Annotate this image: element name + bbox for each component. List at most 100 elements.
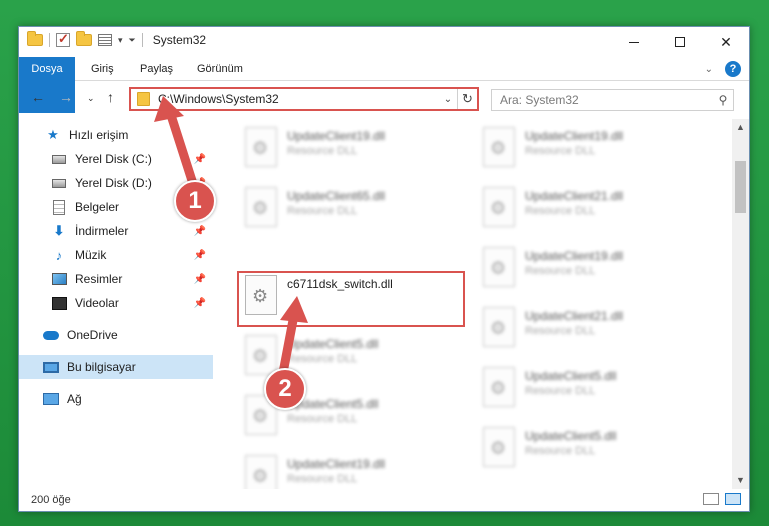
scroll-up-icon[interactable]: ▲ — [732, 119, 749, 136]
expand-ribbon-chevron-icon[interactable]: ⌄ — [705, 64, 713, 75]
sidebar-item-label: İndirmeler — [75, 224, 129, 238]
minimize-button[interactable] — [611, 27, 657, 57]
dll-file-icon — [245, 187, 277, 227]
recent-locations-chevron-icon[interactable]: ⌄ — [87, 93, 95, 104]
tab-home[interactable]: Giriş — [91, 57, 114, 81]
dll-file-icon — [483, 127, 515, 167]
videos-icon — [51, 295, 67, 311]
file-type: Resource DLL — [287, 413, 358, 425]
sidebar-item-local-disk-c[interactable]: Yerel Disk (C:) 📌 — [19, 147, 213, 171]
customize-toolbar-chevron-icon[interactable]: ▾ — [118, 35, 123, 46]
file-item[interactable]: UpdateClient21.dll Resource DLL — [477, 183, 707, 239]
sidebar-item-label: Bu bilgisayar — [67, 360, 136, 374]
star-icon: ★ — [47, 127, 59, 142]
dll-file-icon — [483, 367, 515, 407]
maximize-button[interactable] — [657, 27, 703, 57]
file-name: UpdateClient19.dll — [287, 129, 386, 143]
title-bar: ▾ ⏷ System32 ✕ — [19, 27, 749, 57]
file-item[interactable]: UpdateClient65.dll Resource DLL — [239, 183, 469, 239]
large-icons-view-icon[interactable] — [725, 493, 741, 505]
file-name: UpdateClient19.dll — [525, 129, 624, 143]
details-view-icon[interactable] — [703, 493, 719, 505]
address-path[interactable]: C:\Windows\System32 — [158, 92, 439, 106]
back-arrow-icon[interactable]: ← — [31, 89, 45, 105]
dll-file-icon — [245, 335, 277, 375]
ribbon-right-controls: ⌄ ? — [705, 61, 741, 77]
address-bar[interactable]: C:\Windows\System32 ⌄ ↻ — [129, 87, 479, 111]
quick-access-toolbar: ▾ ⏷ System32 — [27, 31, 207, 47]
pin-icon[interactable]: 📌 — [191, 226, 209, 237]
sidebar-item-onedrive[interactable]: OneDrive — [19, 323, 213, 347]
file-name: UpdateClient5.dll — [287, 337, 379, 351]
pictures-icon — [51, 271, 67, 287]
pin-icon[interactable]: 📌 — [191, 274, 209, 285]
file-highlight-box — [237, 271, 465, 327]
pin-icon[interactable]: 📌 — [191, 250, 209, 261]
dll-file-icon — [483, 427, 515, 467]
file-item[interactable]: UpdateClient19.dll Resource DLL — [239, 123, 469, 179]
window-title: System32 — [152, 33, 207, 47]
scroll-thumb[interactable] — [735, 161, 746, 213]
sidebar-item-pictures[interactable]: Resimler 📌 — [19, 267, 213, 291]
file-type: Resource DLL — [525, 445, 596, 457]
downloads-icon: ⬇ — [53, 223, 65, 238]
properties-icon[interactable] — [98, 34, 112, 46]
file-item[interactable]: UpdateClient21.dll Resource DLL — [477, 303, 707, 359]
sidebar-item-this-pc[interactable]: Bu bilgisayar — [19, 355, 213, 379]
address-dropdown-icon[interactable]: ⌄ — [439, 94, 457, 105]
item-count: 200 öğe — [31, 494, 71, 506]
file-item[interactable]: UpdateClient5.dll Resource DLL — [477, 423, 707, 479]
view-toggle — [703, 493, 741, 505]
sidebar-item-quick-access[interactable]: ★ Hızlı erişim — [19, 123, 213, 147]
folder-icon — [27, 31, 43, 46]
status-bar: 200 öğe — [19, 489, 749, 511]
sidebar-item-label: Ağ — [67, 392, 82, 406]
address-folder-icon — [137, 92, 150, 106]
tab-view[interactable]: Görünüm — [197, 57, 243, 81]
sidebar-item-downloads[interactable]: ⬇ İndirmeler 📌 — [19, 219, 213, 243]
window-controls: ✕ — [611, 27, 749, 57]
navigation-bar: ← → ⌄ ↑ C:\Windows\System32 ⌄ ↻ Ara: Sys… — [19, 81, 749, 117]
search-box[interactable]: Ara: System32 ⚲ — [491, 89, 734, 111]
up-arrow-icon[interactable]: ↑ — [107, 89, 114, 105]
step-badge-2: 2 — [264, 368, 306, 410]
file-list: UpdateClient19.dll Resource DLL UpdateCl… — [227, 119, 731, 489]
file-type: Resource DLL — [525, 145, 596, 157]
pin-icon[interactable]: 📌 — [191, 298, 209, 309]
pin-icon[interactable]: 📌 — [191, 154, 209, 165]
properties-check-icon[interactable] — [56, 31, 70, 47]
close-button[interactable]: ✕ — [703, 27, 749, 57]
minimize-icon — [629, 41, 639, 43]
help-icon[interactable]: ? — [725, 61, 741, 77]
sidebar-item-videos[interactable]: Videolar 📌 — [19, 291, 213, 315]
documents-icon — [51, 199, 67, 215]
dll-file-icon — [245, 127, 277, 167]
file-item[interactable]: UpdateClient19.dll Resource DLL — [239, 451, 469, 489]
quick-access-dropdown-icon[interactable]: ⏷ — [129, 35, 136, 46]
vertical-scrollbar[interactable]: ▲ ▼ — [732, 119, 749, 489]
step-badge-1: 1 — [174, 180, 216, 222]
file-item[interactable]: UpdateClient19.dll Resource DLL — [477, 243, 707, 299]
dll-file-icon — [245, 455, 277, 489]
ribbon-tabs: Dosya Giriş Paylaş Görünüm ⌄ ? — [19, 57, 749, 113]
forward-arrow-icon[interactable]: → — [59, 89, 73, 105]
file-item[interactable]: UpdateClient5.dll Resource DLL — [477, 363, 707, 419]
sidebar-item-music[interactable]: ♪ Müzik 📌 — [19, 243, 213, 267]
file-type: Resource DLL — [525, 205, 596, 217]
new-folder-icon[interactable] — [76, 31, 92, 46]
sidebar-item-label: Hızlı erişim — [69, 128, 129, 142]
file-type: Resource DLL — [287, 205, 358, 217]
dll-file-icon — [483, 307, 515, 347]
search-icon[interactable]: ⚲ — [713, 93, 733, 107]
file-type: Resource DLL — [287, 473, 358, 485]
refresh-icon[interactable]: ↻ — [457, 89, 477, 109]
sidebar-item-label: Yerel Disk (C:) — [75, 152, 152, 166]
sidebar-item-label: Yerel Disk (D:) — [75, 176, 152, 190]
sidebar-item-network[interactable]: Ağ — [19, 387, 213, 411]
tab-share[interactable]: Paylaş — [140, 57, 173, 81]
toolbar-divider — [49, 33, 50, 47]
scroll-down-icon[interactable]: ▼ — [732, 472, 749, 489]
sidebar-item-label: Resimler — [75, 272, 123, 286]
search-input[interactable]: Ara: System32 — [500, 93, 713, 107]
file-item[interactable]: UpdateClient19.dll Resource DLL — [477, 123, 707, 179]
